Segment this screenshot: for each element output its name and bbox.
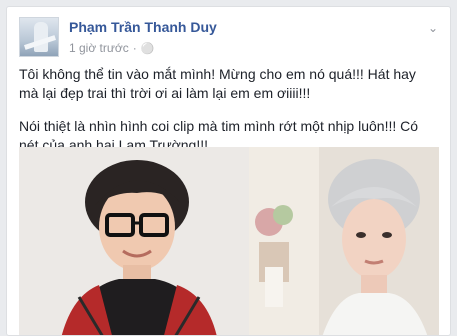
- author-name[interactable]: Phạm Trần Thanh Duy: [69, 19, 217, 35]
- post-paragraph: Tôi không thể tin vào mắt mình! Mừng cho…: [19, 66, 416, 101]
- avatar[interactable]: [19, 17, 59, 57]
- globe-icon: ⚪: [140, 42, 155, 55]
- post-card: Phạm Trần Thanh Duy 1 giờ trước · ⚪ ⌄ Tô…: [6, 6, 451, 336]
- chevron-down-icon[interactable]: ⌄: [426, 21, 440, 35]
- post-photo[interactable]: [19, 147, 439, 335]
- photo-image: [19, 147, 439, 335]
- post-meta: 1 giờ trước · ⚪: [69, 41, 155, 55]
- timestamp[interactable]: 1 giờ trước: [69, 41, 129, 55]
- post-header: Phạm Trần Thanh Duy 1 giờ trước · ⚪ ⌄: [19, 17, 440, 59]
